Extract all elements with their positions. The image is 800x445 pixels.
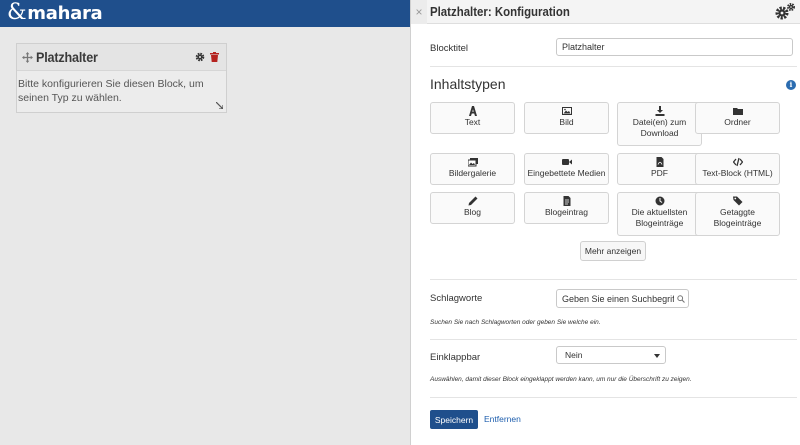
- text-icon: [468, 106, 477, 116]
- content-type-label: Getaggte Blogeinträge: [713, 207, 762, 228]
- document-icon: [563, 196, 570, 206]
- block-header: Platzhalter: [17, 44, 226, 71]
- block-title: Platzhalter: [36, 49, 98, 65]
- panel-title: Platzhalter: Konfiguration: [430, 4, 570, 19]
- content-type-label: PDF: [651, 168, 668, 178]
- content-type-image[interactable]: Bild: [524, 102, 609, 134]
- pdf-icon: [656, 157, 663, 167]
- content-type-embedded-media[interactable]: Eingebettete Medien: [524, 153, 609, 185]
- resize-handle-icon[interactable]: [216, 102, 223, 109]
- block-tools: [195, 52, 219, 62]
- content-type-label: Blogeintrag: [544, 207, 588, 217]
- content-type-blog[interactable]: Blog: [430, 192, 515, 224]
- gallery-icon: [467, 158, 478, 167]
- block-config-panel: × Platzhalter: Konfiguration Blocktitel …: [410, 0, 800, 445]
- divider: [430, 66, 797, 67]
- content-type-blog-post[interactable]: Blogeintrag: [524, 192, 609, 224]
- collapsible-select[interactable]: Nein: [556, 346, 666, 364]
- save-button[interactable]: Speichern: [430, 410, 478, 429]
- info-icon[interactable]: i: [786, 80, 796, 90]
- divider: [430, 339, 797, 340]
- content-type-label: Text: [464, 117, 481, 127]
- code-icon: [732, 157, 743, 167]
- content-type-label: Datei(en) zum Download: [632, 117, 687, 138]
- collapsible-hint: Auswählen, damit dieser Block eingeklapp…: [430, 376, 692, 383]
- content-type-tagged-posts[interactable]: Getaggte Blogeinträge: [695, 192, 780, 236]
- tags-input-placeholder: Geben Sie einen Suchbegriff ein: [562, 293, 674, 304]
- clock-icon: [655, 196, 664, 206]
- content-type-label: Eingebettete Medien: [527, 168, 606, 178]
- gears-icon: [775, 3, 795, 20]
- block-body-text: Bitte konfigurieren Sie diesen Block, um…: [18, 78, 204, 104]
- logo-mark-icon: &: [7, 0, 27, 25]
- block-title-label: Blocktitel: [430, 43, 469, 54]
- download-icon: [655, 106, 664, 116]
- image-icon: [561, 107, 572, 115]
- pencil-icon: [468, 196, 477, 206]
- collapsible-label: Einklappbar: [430, 352, 481, 363]
- placeholder-block: Platzhalter Bitte konfigurieren Sie dies…: [16, 43, 227, 113]
- tags-input[interactable]: Geben Sie einen Suchbegriff ein: [556, 289, 689, 308]
- tags-icon: [732, 196, 742, 206]
- divider: [430, 279, 797, 280]
- move-icon[interactable]: [22, 51, 33, 63]
- content-type-pdf[interactable]: PDF: [617, 153, 702, 185]
- content-type-label: Text-Block (HTML): [702, 168, 773, 178]
- block-title-input[interactable]: Platzhalter: [556, 38, 793, 56]
- top-header: & mahara: [0, 0, 410, 27]
- content-type-label: Blog: [463, 207, 481, 217]
- logo-text: mahara: [27, 2, 103, 24]
- remove-link[interactable]: Entfernen: [484, 414, 521, 424]
- content-type-file-download[interactable]: Datei(en) zum Download: [617, 102, 702, 146]
- content-type-html-block[interactable]: Text-Block (HTML): [695, 153, 780, 185]
- gear-icon[interactable]: [195, 52, 205, 62]
- content-type-gallery[interactable]: Bildergalerie: [430, 153, 515, 185]
- close-panel-button[interactable]: ×: [411, 0, 427, 24]
- divider: [430, 397, 797, 398]
- mahara-logo[interactable]: & mahara: [7, 0, 103, 25]
- trash-icon[interactable]: [210, 52, 219, 62]
- chevron-down-icon: [654, 354, 660, 358]
- folder-icon: [732, 108, 743, 115]
- content-type-label: Die aktuellsten Blogeinträge: [631, 207, 688, 228]
- content-type-label: Bildergalerie: [448, 168, 497, 178]
- search-icon: [677, 295, 685, 303]
- content-type-recent-posts[interactable]: Die aktuellsten Blogeinträge: [617, 192, 702, 236]
- tags-label: Schlagworte: [430, 293, 483, 304]
- content-type-folder[interactable]: Ordner: [695, 102, 780, 134]
- tags-hint: Suchen Sie nach Schlagworten oder geben …: [430, 319, 601, 326]
- content-type-label: Bild: [559, 117, 574, 127]
- panel-header: × Platzhalter: Konfiguration: [411, 0, 800, 24]
- content-type-label: Ordner: [724, 117, 751, 127]
- video-icon: [561, 159, 572, 165]
- collapsible-select-value: Nein: [565, 350, 583, 360]
- content-type-text[interactable]: Text: [430, 102, 515, 134]
- content-types-heading: Inhaltstypen: [430, 76, 506, 92]
- show-more-button[interactable]: Mehr anzeigen: [580, 241, 646, 261]
